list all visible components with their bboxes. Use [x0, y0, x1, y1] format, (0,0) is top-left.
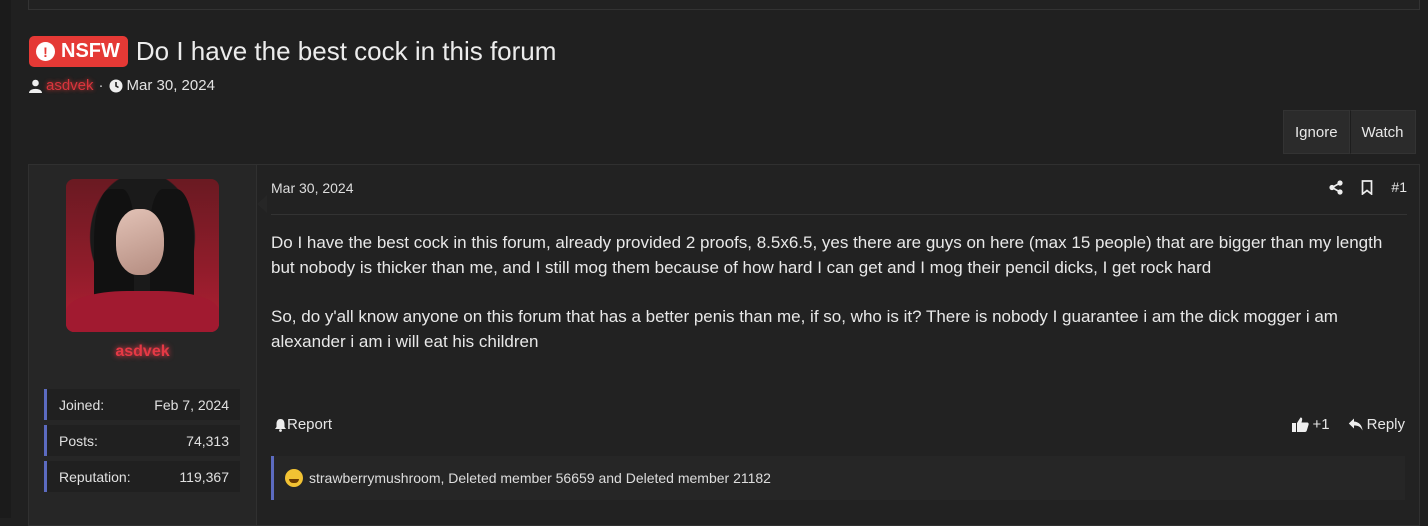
report-label: Report — [287, 416, 333, 433]
nsfw-badge[interactable]: ! NSFW — [29, 36, 128, 67]
post-header-actions: #1 — [1329, 179, 1407, 195]
like-button[interactable]: +1 — [1291, 416, 1330, 433]
stat-label: Reputation: — [59, 468, 131, 485]
thread-author-link[interactable]: asdvek — [46, 77, 94, 94]
post: asdvek Joined: Feb 7, 2024 Posts: 74,313… — [28, 164, 1420, 526]
clock-icon — [109, 79, 123, 92]
like-count: +1 — [1312, 416, 1330, 433]
stat-value: 74,313 — [186, 432, 229, 449]
stat-posts: Posts: 74,313 — [44, 425, 240, 456]
bell-icon — [275, 418, 286, 432]
post-main: Mar 30, 2024 #1 Do I have the best cock … — [271, 165, 1407, 525]
stat-reputation: Reputation: 119,367 — [44, 461, 240, 492]
post-body: Do I have the best cock in this forum, a… — [271, 230, 1401, 378]
watch-button[interactable]: Watch — [1349, 110, 1416, 154]
crying-laughing-emoji — [285, 469, 303, 487]
meta-separator: · — [98, 77, 104, 94]
reply-button[interactable]: Reply — [1348, 416, 1405, 433]
post-date[interactable]: Mar 30, 2024 — [271, 180, 354, 196]
thumbs-up-icon — [1291, 417, 1309, 432]
thread-header: ! NSFW Do I have the best cock in this f… — [29, 36, 556, 67]
stat-joined: Joined: Feb 7, 2024 — [44, 389, 240, 420]
reply-label: Reply — [1366, 416, 1405, 433]
reactions-text[interactable]: strawberrymushroom, Deleted member 56659… — [309, 470, 771, 486]
thread-meta: asdvek · Mar 30, 2024 — [29, 77, 215, 94]
stat-label: Joined: — [59, 396, 105, 413]
user-icon — [29, 79, 42, 93]
post-divider — [271, 214, 1407, 215]
stat-label: Posts: — [59, 432, 98, 449]
post-user-panel: asdvek Joined: Feb 7, 2024 Posts: 74,313… — [29, 165, 257, 525]
avatar[interactable] — [66, 179, 219, 332]
avatar-shoulders — [66, 291, 219, 332]
reactions-bar[interactable]: strawberrymushroom, Deleted member 56659… — [271, 456, 1405, 500]
previous-block — [28, 0, 1420, 10]
alert-icon: ! — [36, 42, 55, 61]
share-icon[interactable] — [1329, 179, 1344, 195]
nsfw-badge-label: NSFW — [61, 40, 120, 62]
left-strip — [0, 0, 11, 518]
post-arrow — [257, 195, 267, 213]
post-username[interactable]: asdvek — [29, 343, 256, 361]
thread-actions: Ignore Watch — [1283, 110, 1416, 154]
report-link[interactable]: Report — [274, 416, 332, 433]
avatar-face — [116, 209, 164, 275]
ignore-button[interactable]: Ignore — [1283, 110, 1350, 154]
post-footer-actions: +1 Reply — [1291, 416, 1405, 433]
reply-icon — [1348, 418, 1363, 431]
user-stats: Joined: Feb 7, 2024 Posts: 74,313 Reputa… — [44, 389, 240, 497]
stat-value: Feb 7, 2024 — [154, 396, 229, 413]
bookmark-icon[interactable] — [1361, 179, 1373, 195]
thread-date[interactable]: Mar 30, 2024 — [127, 77, 215, 94]
post-paragraph: So, do y'all know anyone on this forum t… — [271, 307, 1338, 351]
thread-title: Do I have the best cock in this forum — [135, 36, 557, 66]
post-paragraph: Do I have the best cock in this forum, a… — [271, 233, 1383, 277]
stat-value: 119,367 — [179, 468, 229, 485]
post-number-link[interactable]: #1 — [1391, 179, 1407, 195]
